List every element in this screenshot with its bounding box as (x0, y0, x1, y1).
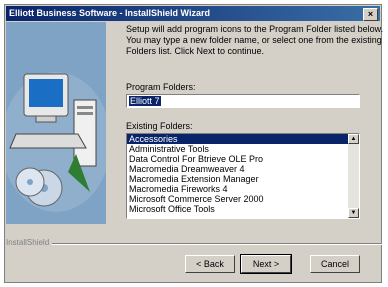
list-item[interactable]: Macromedia Extension Manager (127, 174, 348, 184)
list-item[interactable]: Microsoft Commerce Server 2000 (127, 194, 348, 204)
branding-divider: InstallShield (6, 238, 382, 248)
next-button[interactable]: Next > (240, 254, 292, 274)
existing-folders-label: Existing Folders: (126, 121, 193, 131)
list-item[interactable]: Accessories (127, 134, 348, 144)
installshield-brand: InstallShield (6, 238, 53, 247)
list-item[interactable]: Macromedia Fireworks 4 (127, 184, 348, 194)
instructions-text: Setup will add program icons to the Prog… (126, 24, 384, 57)
program-folder-input[interactable]: Elliott 7 (126, 94, 360, 108)
list-item[interactable]: Data Control For Btrieve OLE Pro (127, 154, 348, 164)
scroll-down-icon[interactable]: ▼ (348, 208, 359, 218)
instructions-line: Folders list. Click Next to continue. (126, 46, 265, 56)
close-button[interactable]: × (363, 8, 378, 21)
computer-cd-illustration (1, 22, 111, 224)
title-bar: Elliott Business Software - InstallShiel… (6, 6, 380, 21)
program-folder-value: Elliott 7 (129, 96, 161, 106)
existing-folders-list[interactable]: Accessories Administrative Tools Data Co… (126, 133, 360, 219)
keyboard-icon (9, 133, 87, 149)
back-button[interactable]: < Back (185, 255, 235, 273)
list-item[interactable]: Administrative Tools (127, 144, 348, 154)
divider-line (6, 243, 382, 245)
scroll-up-icon[interactable]: ▲ (348, 134, 359, 144)
instructions-line: Setup will add program icons to the Prog… (126, 24, 384, 34)
window-title: Elliott Business Software - InstallShiel… (9, 8, 210, 18)
list-item[interactable]: Microsoft Office Tools (127, 204, 348, 214)
instructions-line: You may type a new folder name, or selec… (126, 35, 382, 45)
cancel-button[interactable]: Cancel (310, 255, 360, 273)
wizard-side-image (1, 22, 111, 224)
tower-icon (73, 99, 97, 167)
list-item[interactable]: Macromedia Dreamweaver 4 (127, 164, 348, 174)
program-folders-label: Program Folders: (126, 82, 196, 92)
close-icon: × (367, 9, 374, 19)
list-scrollbar[interactable]: ▲ ▼ (348, 134, 359, 218)
